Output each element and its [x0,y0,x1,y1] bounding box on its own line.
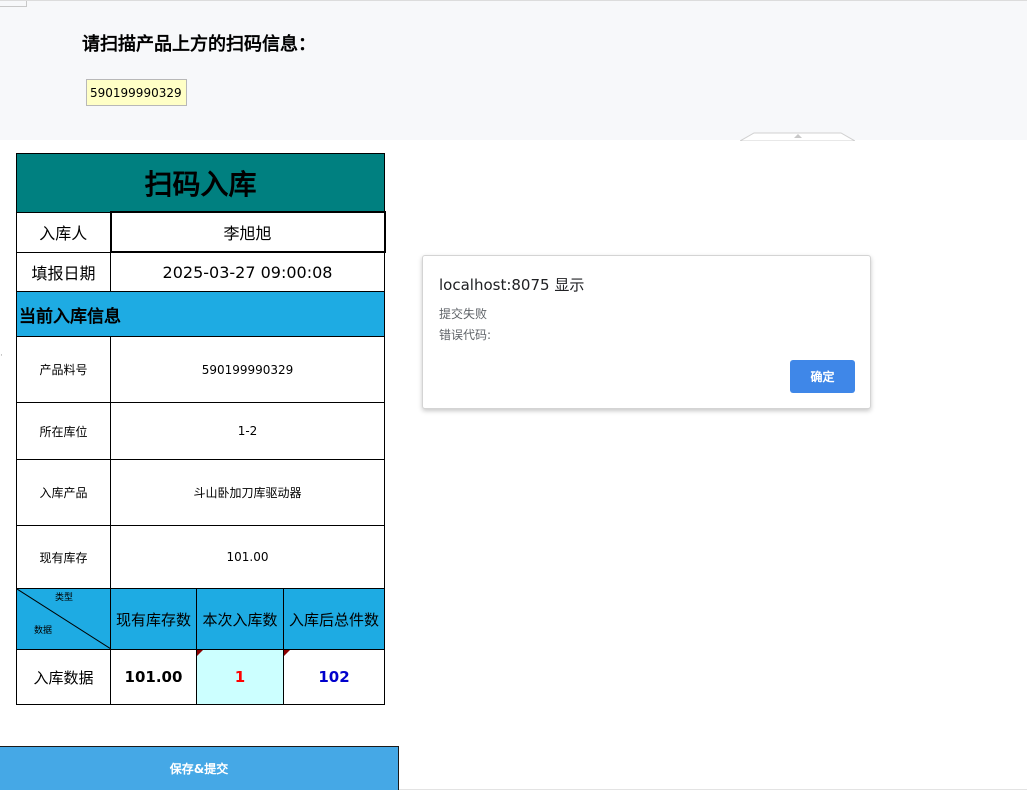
total-qty-cell: 102 [282,649,386,705]
barcode-input[interactable] [86,79,187,106]
dialog-message: 提交失败 [439,307,488,321]
dialog-error-code: 错误代码: [439,328,492,342]
bottom-divider [399,789,1027,790]
location-value: 1-2 [109,402,386,460]
edge-marker: · [0,351,3,361]
col-current-stock: 现有库存数 [110,588,197,650]
location-label: 所在库位 [16,402,111,460]
top-panel: 请扫描产品上方的扫码信息： [0,0,1027,141]
col-total-qty: 入库后总件数 [282,588,386,650]
dialog-title: localhost:8075 显示 [439,276,585,294]
tab-edge [0,1,27,7]
scan-prompt-title: 请扫描产品上方的扫码信息： [82,34,316,55]
part-number-value: 590199990329 [109,336,386,403]
date-value: 2025-03-27 09:00:08 [109,251,386,292]
stock-label: 现有库存 [16,525,111,589]
inbound-qty-input[interactable]: 1 [196,649,284,705]
data-row-label: 入库数据 [16,649,111,705]
current-stock-value: 101.00 [110,649,197,705]
product-label: 入库产品 [16,459,111,526]
diag-data-label: 数据 [34,626,53,636]
comment-marker-icon [197,650,203,656]
diagonal-header-cell: 类型 数据 [16,588,111,650]
form-title: 扫码入库 [15,153,386,213]
inbound-qty-value: 1 [234,668,246,686]
alert-dialog: localhost:8075 显示 提交失败 错误代码: 确定 [422,255,871,409]
date-label: 填报日期 [16,251,111,292]
product-value: 斗山卧加刀库驱动器 [109,459,386,526]
diag-type-label: 类型 [55,593,74,603]
comment-marker-icon [284,650,290,656]
stock-value: 101.00 [109,525,386,589]
part-number-label: 产品料号 [16,336,111,403]
inbound-form-table: 扫码入库 入库人 李旭旭 填报日期 2025-03-27 09:00:08 当前… [15,153,386,705]
dialog-ok-button[interactable]: 确定 [790,360,855,393]
total-qty-value: 102 [318,668,350,686]
save-submit-button[interactable]: 保存&提交 [0,746,399,790]
operator-label: 入库人 [16,211,111,253]
operator-value[interactable]: 李旭旭 [109,211,386,253]
col-inbound-qty: 本次入库数 [196,588,284,650]
collapse-tab-icon[interactable] [740,132,855,141]
section-title: 当前入库信息 [15,291,386,337]
